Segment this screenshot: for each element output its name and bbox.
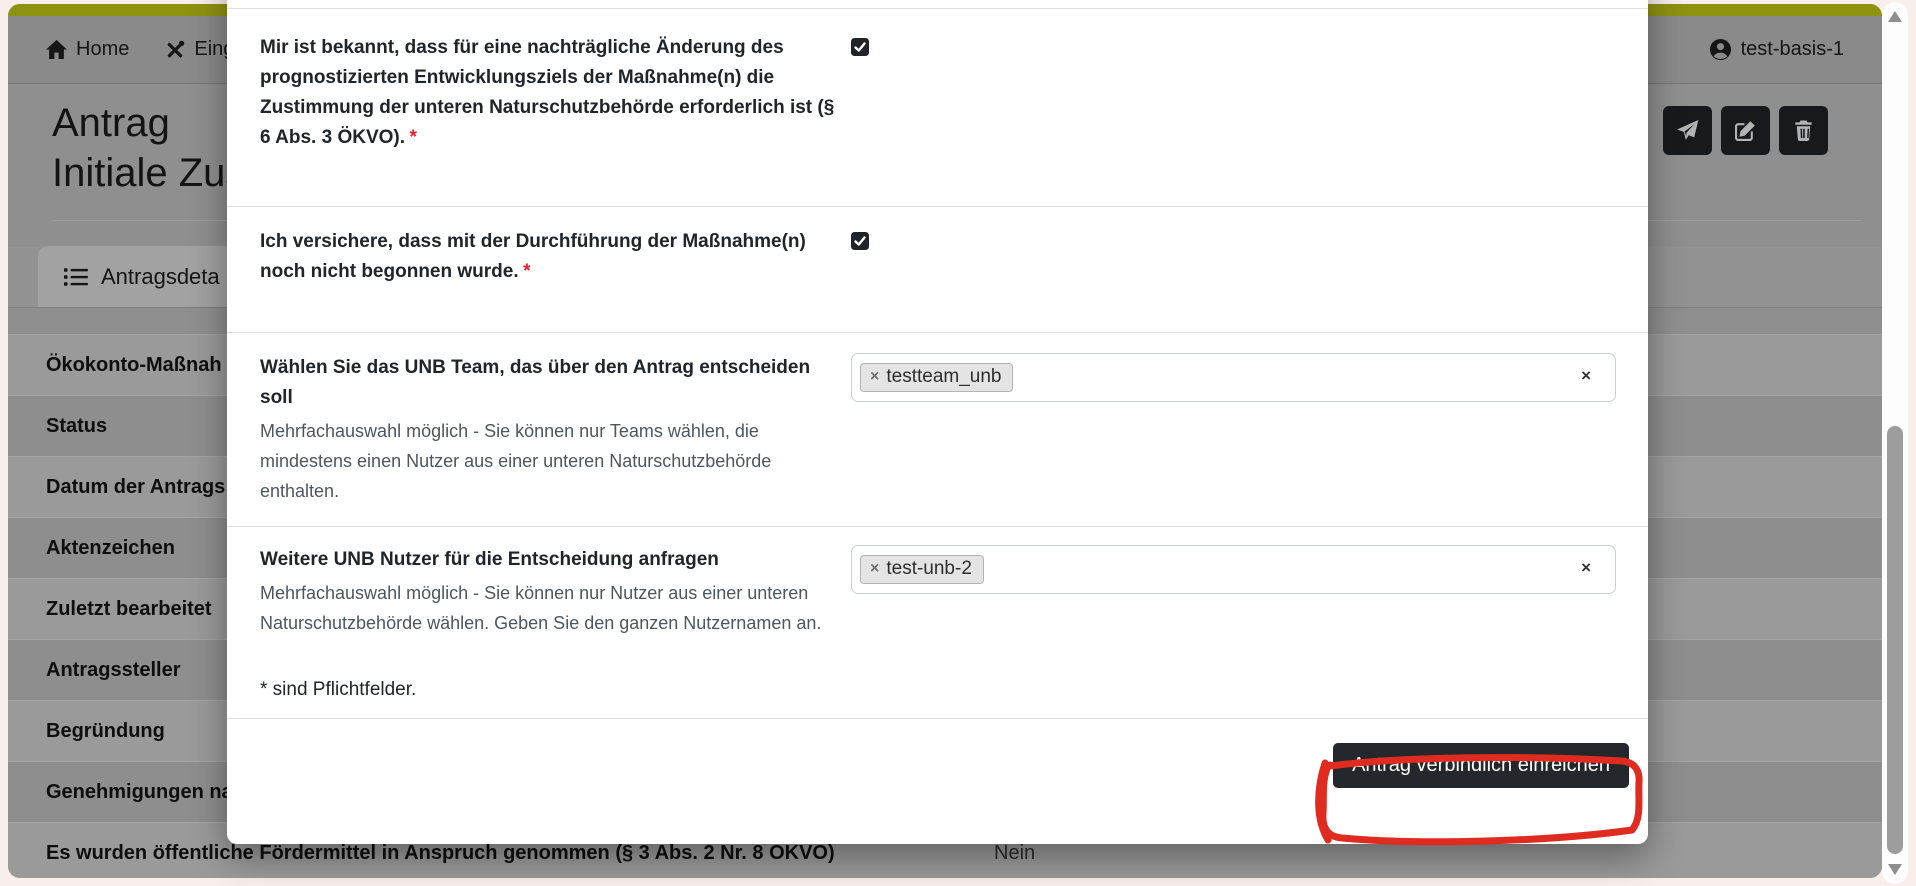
unb-users-select[interactable]: × test-unb-2 × [851,545,1616,594]
paper-plane-icon [1676,119,1699,142]
pen-square-icon [1735,120,1756,141]
tab-label: Antragsdeta [101,263,220,289]
unb-users-label: Weitere UNB Nutzer für die Entscheidung … [260,549,719,570]
confirmation-2-label-col: Ich versichere, dass mit der Durchführun… [260,227,835,287]
modal-footer: Antrag verbindlich einreichen [227,718,1648,808]
confirmation-2-label: Ich versichere, dass mit der Durchführun… [260,231,806,282]
tag-label: testteam_unb [886,366,1002,387]
select-clear-icon[interactable]: × [1581,558,1591,578]
confirmation-1-control-col [851,33,1616,153]
confirmation-1-checkbox[interactable] [851,38,869,56]
confirmation-2-checkbox[interactable] [851,232,869,250]
user-name: test-basis-1 [1740,38,1844,60]
confirmation-row-1: Mir ist bekannt, dass für eine nachträgl… [227,8,1648,206]
confirmation-row-2: Ich versichere, dass mit der Durchführun… [227,206,1648,332]
scrollbar-down-arrow-icon[interactable] [1888,864,1902,875]
select-clear-icon[interactable]: × [1581,366,1591,386]
required-asterisk: * [523,261,531,282]
row-label: Es wurden öffentliche Fördermittel in An… [46,841,835,864]
unb-team-label: Wählen Sie das UNB Team, das über den An… [260,357,811,408]
home-icon [46,40,67,59]
nav-item-home[interactable]: Home [46,38,129,61]
nav-home-label: Home [76,38,130,60]
unb-team-help: Mehrfachauswahl möglich - Sie können nur… [260,421,772,501]
checkmark-icon [853,40,867,54]
required-asterisk: * [409,127,417,148]
user-menu[interactable]: test-basis-1 [1709,38,1844,61]
unb-users-row: Weitere UNB Nutzer für die Entscheidung … [227,526,1648,662]
unb-team-select[interactable]: × testteam_unb × [851,353,1616,402]
confirmation-1-label-col: Mir ist bekannt, dass für eine nachträgl… [260,33,835,153]
submit-application-modal: Mir ist bekannt, dass für eine nachträgl… [227,0,1648,844]
submit-application-button[interactable]: Antrag verbindlich einreichen [1333,743,1629,788]
selected-tag: × test-unb-2 [860,555,984,584]
list-icon [64,267,88,287]
modal-top-cutoff [227,0,1648,8]
tab-antragsdetails[interactable]: Antragsdeta [38,246,246,307]
unb-users-control-col: × test-unb-2 × [851,545,1616,638]
tag-remove-icon[interactable]: × [870,561,879,577]
scrollbar-up-arrow-icon[interactable] [1888,11,1902,22]
row-value: Nein [994,841,1036,864]
confirmation-1-label: Mir ist bekannt, dass für eine nachträgl… [260,37,835,148]
unb-team-row: Wählen Sie das UNB Team, das über den An… [227,332,1648,526]
trash-icon [1794,120,1813,141]
scrollbar-thumb[interactable] [1887,426,1903,854]
unb-team-control-col: × testteam_unb × [851,353,1616,506]
unb-users-help: Mehrfachauswahl möglich - Sie können nur… [260,583,822,633]
send-button[interactable] [1663,106,1712,155]
tag-remove-icon[interactable]: × [870,369,879,385]
selected-tag: × testteam_unb [860,363,1014,392]
tag-label: test-unb-2 [886,558,972,579]
required-fields-note: * sind Pflichtfelder. [260,679,417,700]
delete-button[interactable] [1779,106,1828,155]
checkmark-icon [853,234,867,248]
screen: Home Eingri test-basis-1 Antrag Initiale… [0,0,1916,886]
unb-team-label-col: Wählen Sie das UNB Team, das über den An… [260,353,835,506]
scrollbar[interactable] [1882,2,1908,884]
unb-users-label-col: Weitere UNB Nutzer für die Entscheidung … [260,545,835,638]
tools-icon [165,40,185,60]
header-actions [1663,106,1828,155]
person-circle-icon [1709,38,1732,61]
confirmation-2-control-col [851,227,1616,287]
edit-button[interactable] [1721,106,1770,155]
